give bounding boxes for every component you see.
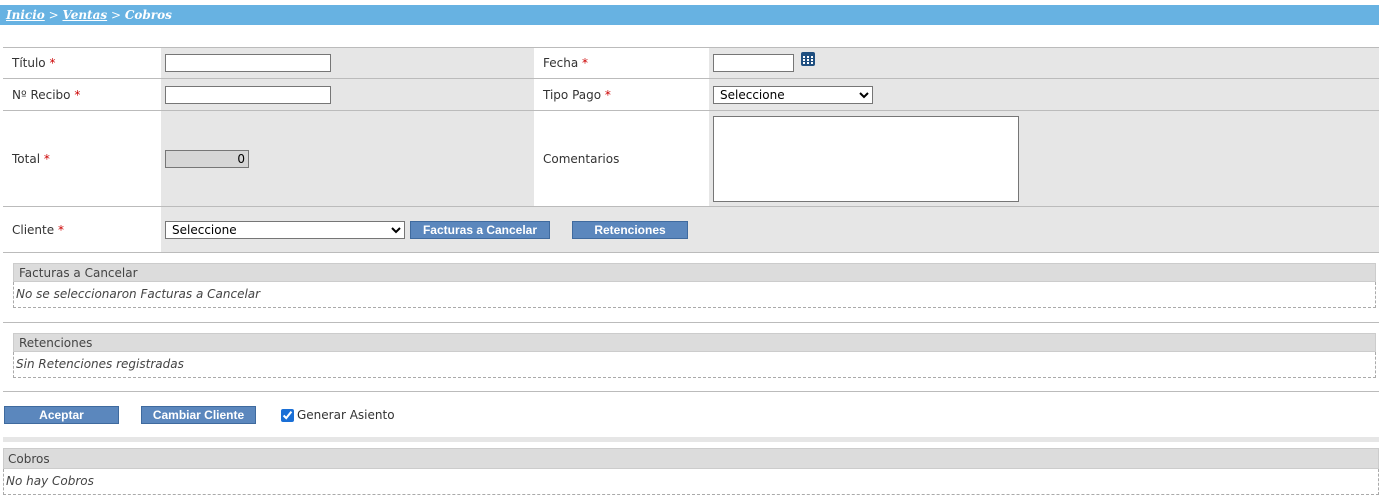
cambiar-cliente-button[interactable]: Cambiar Cliente: [141, 406, 256, 424]
fecha-label-cell: Fecha *: [534, 48, 709, 78]
facturas-a-cancelar-button[interactable]: Facturas a Cancelar: [410, 220, 550, 239]
generar-asiento-control[interactable]: Generar Asiento: [281, 408, 395, 422]
facturas-panel: Facturas a Cancelar No se seleccionaron …: [3, 253, 1379, 323]
fecha-input[interactable]: [713, 54, 794, 72]
aceptar-button[interactable]: Aceptar: [4, 406, 119, 424]
total-label: Total: [12, 151, 41, 166]
recibo-input[interactable]: [165, 85, 331, 104]
total-value-cell: [161, 111, 534, 206]
required-mark: *: [604, 87, 611, 102]
cliente-label-cell: Cliente *: [3, 207, 161, 252]
fecha-label: Fecha: [543, 56, 579, 70]
tipo-pago-label-cell: Tipo Pago *: [534, 79, 709, 110]
comentarios-textarea[interactable]: [713, 115, 1019, 202]
required-mark: *: [74, 87, 81, 102]
retenciones-panel-title: Retenciones: [13, 333, 1376, 352]
titulo-input[interactable]: [165, 54, 331, 72]
form-row-recibo: Nº Recibo * Tipo Pago * Seleccione: [3, 79, 1379, 111]
generar-asiento-label: Generar Asiento: [297, 408, 395, 422]
facturas-panel-title: Facturas a Cancelar: [13, 263, 1376, 282]
recibo-label-cell: Nº Recibo *: [3, 79, 161, 110]
breadcrumb: Inicio > Ventas > Cobros: [0, 5, 1379, 25]
form-row-total: Total * Comentarios: [3, 111, 1379, 207]
cobros-panel: Cobros No hay Cobros: [3, 448, 1379, 495]
breadcrumb-ventas-link[interactable]: Ventas: [62, 8, 107, 22]
required-mark: *: [57, 222, 64, 237]
facturas-panel-empty: No se seleccionaron Facturas a Cancelar: [13, 282, 1376, 308]
form-actions: Aceptar Cambiar Cliente Generar Asiento: [4, 405, 395, 425]
required-mark: *: [43, 151, 50, 166]
total-input: [165, 149, 249, 168]
retenciones-panel: Retenciones Sin Retenciones registradas: [3, 323, 1379, 392]
calendar-icon[interactable]: [801, 52, 815, 66]
titulo-label: Título: [12, 56, 46, 70]
total-label-cell: Total *: [3, 111, 161, 206]
generar-asiento-checkbox[interactable]: [281, 408, 294, 422]
comentarios-value-cell: [709, 111, 1379, 206]
breadcrumb-separator: >: [48, 8, 59, 22]
comentarios-label: Comentarios: [543, 151, 620, 166]
cobros-panel-title: Cobros: [3, 448, 1379, 469]
titulo-value-cell: [161, 48, 534, 78]
comentarios-label-cell: Comentarios: [534, 111, 709, 206]
breadcrumb-separator: >: [110, 8, 122, 22]
tipo-pago-label: Tipo Pago: [543, 87, 602, 102]
cliente-label: Cliente: [12, 222, 55, 237]
section-divider: [3, 437, 1379, 442]
recibo-value-cell: [161, 79, 534, 110]
titulo-label-cell: Título *: [3, 48, 161, 78]
recibo-label: Nº Recibo: [12, 87, 71, 102]
cliente-value-cell: Seleccione Facturas a Cancelar Retencion…: [161, 207, 1379, 252]
cobro-form: Título * Fecha * Nº Recibo * Tipo Pago *…: [3, 47, 1379, 253]
required-mark: *: [49, 56, 56, 70]
tipo-pago-value-cell: Seleccione: [709, 79, 1379, 110]
required-mark: *: [582, 56, 589, 70]
cliente-select[interactable]: Seleccione: [165, 220, 405, 239]
breadcrumb-current: Cobros: [124, 8, 172, 22]
fecha-value-cell: [709, 48, 1379, 78]
retenciones-button[interactable]: Retenciones: [572, 220, 688, 239]
form-row-cliente: Cliente * Seleccione Facturas a Cancelar…: [3, 207, 1379, 253]
tipo-pago-select[interactable]: Seleccione: [713, 85, 873, 104]
retenciones-panel-empty: Sin Retenciones registradas: [13, 352, 1376, 378]
cobros-panel-empty: No hay Cobros: [3, 469, 1379, 495]
breadcrumb-inicio-link[interactable]: Inicio: [6, 8, 45, 22]
form-row-titulo: Título * Fecha *: [3, 48, 1379, 79]
